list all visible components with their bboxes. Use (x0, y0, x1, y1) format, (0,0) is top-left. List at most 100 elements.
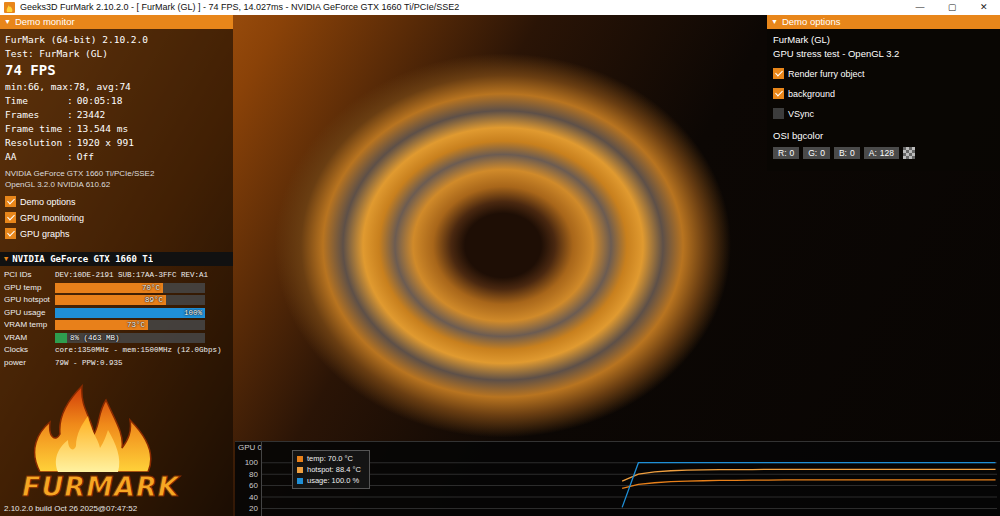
legend-item: usage: 100.0 % (297, 475, 361, 486)
checkbox-row[interactable]: GPU graphs (5, 226, 228, 241)
axis-tick: 80 (249, 470, 258, 480)
demo-monitor-header[interactable]: ▼ Demo monitor (0, 15, 233, 29)
header-title: Demo monitor (15, 15, 75, 29)
series-line (622, 463, 995, 508)
gpu-graph: GPU 010080604020temp: 70.0 °Chotspot: 88… (235, 441, 1000, 516)
gpu-row: Clockscore:1350MHz - mem:1500MHz (12.0Gb… (4, 344, 229, 357)
build-info: 2.10.2.0 build Oct 26 2025@07:47:52 (0, 502, 233, 516)
checkbox-row[interactable]: Demo options (5, 194, 228, 209)
collapse-icon[interactable]: ▼ (4, 252, 8, 266)
legend-item: temp: 70.0 °C (297, 453, 361, 464)
color-field[interactable]: R:0 (773, 147, 799, 159)
meter-track: 89°C (55, 295, 205, 305)
meter-color (55, 333, 67, 343)
meter-track: 73°C (55, 320, 205, 330)
gpu-row-label: GPU usage (4, 307, 55, 319)
options-toggles: Render furry object background VSync (773, 65, 994, 121)
checkbox-label: Render furry object (788, 68, 865, 80)
checkbox[interactable] (773, 68, 784, 79)
color-field[interactable]: G:0 (803, 147, 830, 159)
checkbox-label: VSync (788, 108, 814, 120)
gpu-row: PCI IDsDEV:10DE-2191 SUB:17AA-3FFC REV:A… (4, 269, 229, 282)
meter-track: 8% (463 MB) (55, 333, 205, 343)
color-field-value: 0 (820, 147, 825, 159)
gpu-row-label: VRAM (4, 332, 55, 344)
color-field-label: A: (869, 147, 877, 159)
monitor-body: FurMark (64-bit) 2.10.2.0Test: FurMark (… (0, 29, 233, 244)
bgcolor-fields: R:0G:0B:0A:128 (773, 147, 994, 159)
gpu-row-value: DEV:10DE-2191 SUB:17AA-3FFC REV:A1 (55, 269, 208, 281)
stat-value: 00:05:18 (77, 94, 123, 108)
gpu-row-label: GPU hotspot (4, 294, 55, 306)
stat-value: 23442 (77, 108, 106, 122)
window-title: Geeks3D FurMark 2.10.2.0 - [ FurMark (GL… (17, 0, 904, 15)
legend-label: temp: 70.0 °C (307, 453, 353, 464)
gpu-row: GPU hotspot89°C (4, 294, 229, 307)
color-field-value: 0 (790, 147, 795, 159)
fps-stats: min:66, max:78, avg:74 (5, 80, 228, 94)
gpu-header[interactable]: ▼NVIDIA GeForce GTX 1660 Ti (0, 252, 233, 266)
checkbox[interactable] (5, 212, 16, 223)
meter-track: 100% (55, 308, 205, 318)
gpu-row: VRAM8% (463 MB) (4, 332, 229, 345)
meter-fill (55, 308, 205, 318)
checkbox-label: GPU graphs (20, 228, 70, 240)
stat-value: 13.544 ms (77, 122, 128, 136)
close-button[interactable]: ✕ (968, 0, 1000, 15)
meter-track: 70°C (55, 283, 205, 293)
stat-row: Frame time:13.544 ms (5, 122, 228, 136)
gpu-row: GPU temp 70°C (4, 282, 229, 295)
gpu-row-value: 79W - PPW:0.935 (55, 357, 123, 369)
checkbox-row[interactable]: GPU monitoring (5, 210, 228, 225)
options-body: FurMark (GL)GPU stress test - OpenGL 3.2… (767, 29, 1000, 163)
collapse-icon[interactable]: ▼ (771, 15, 778, 29)
window-controls: —▢✕ (904, 0, 1000, 15)
fps-counter: 74 FPS (5, 61, 228, 80)
stat-separator: : (67, 122, 73, 136)
checkbox-label: Demo options (20, 196, 76, 208)
checkbox[interactable] (5, 228, 16, 239)
demo-options-panel: ▼ Demo optionsFurMark (GL)GPU stress test… (767, 15, 1000, 171)
color-field-label: G: (808, 147, 817, 159)
demo-options-header[interactable]: ▼ Demo options (767, 15, 1000, 29)
flame-icon (2, 0, 17, 15)
demo-description: GPU stress test - OpenGL 3.2 (773, 47, 994, 61)
gpu-row-label: VRAM temp (4, 319, 55, 331)
axis-tick: 20 (249, 504, 258, 514)
color-field[interactable]: A:128 (864, 147, 899, 159)
stat-separator: : (67, 108, 73, 122)
checkbox-row[interactable]: Render furry object (773, 66, 994, 81)
gpu-row-label: power (4, 357, 55, 369)
maximize-button[interactable]: ▢ (936, 0, 968, 15)
stat-label: Frames (5, 108, 67, 122)
axis-tick: 100 (245, 458, 258, 468)
meter-reading: 70°C (142, 283, 160, 293)
stat-label: Time (5, 94, 67, 108)
color-field[interactable]: B:0 (834, 147, 860, 159)
header-title: Demo options (782, 15, 841, 29)
series-line (622, 469, 995, 481)
minimize-button[interactable]: — (904, 0, 936, 15)
gpu-row-label: GPU temp (4, 282, 55, 294)
gpu-row-label: PCI IDs (4, 269, 55, 281)
stat-value: Off (77, 150, 94, 164)
color-swatch-icon[interactable] (903, 147, 915, 159)
stat-label: Resolution (5, 136, 67, 150)
meter-reading: 100% (184, 308, 202, 318)
meter-reading: 73°C (127, 320, 145, 330)
checkbox[interactable] (773, 108, 784, 119)
title-bar: Geeks3D FurMark 2.10.2.0 - [ FurMark (GL… (0, 0, 1000, 15)
collapse-icon[interactable]: ▼ (4, 15, 11, 29)
checkbox-label: GPU monitoring (20, 212, 84, 224)
render-view: ▼ Demo monitorFurMark (64-bit) 2.10.2.0Te… (0, 15, 1000, 516)
legend-swatch (297, 456, 303, 462)
checkbox-row[interactable]: VSync (773, 106, 994, 121)
meter-fill (55, 333, 67, 343)
checkbox[interactable] (773, 88, 784, 99)
legend-label: usage: 100.0 % (307, 475, 359, 486)
axis-tick: 40 (249, 493, 258, 503)
checkbox-row[interactable]: background (773, 86, 994, 101)
gpu-row-value: core:1350MHz - mem:1500MHz (12.0Gbps) (55, 344, 222, 356)
checkbox[interactable] (5, 196, 16, 207)
gpu-row: power79W - PPW:0.935 (4, 357, 229, 370)
